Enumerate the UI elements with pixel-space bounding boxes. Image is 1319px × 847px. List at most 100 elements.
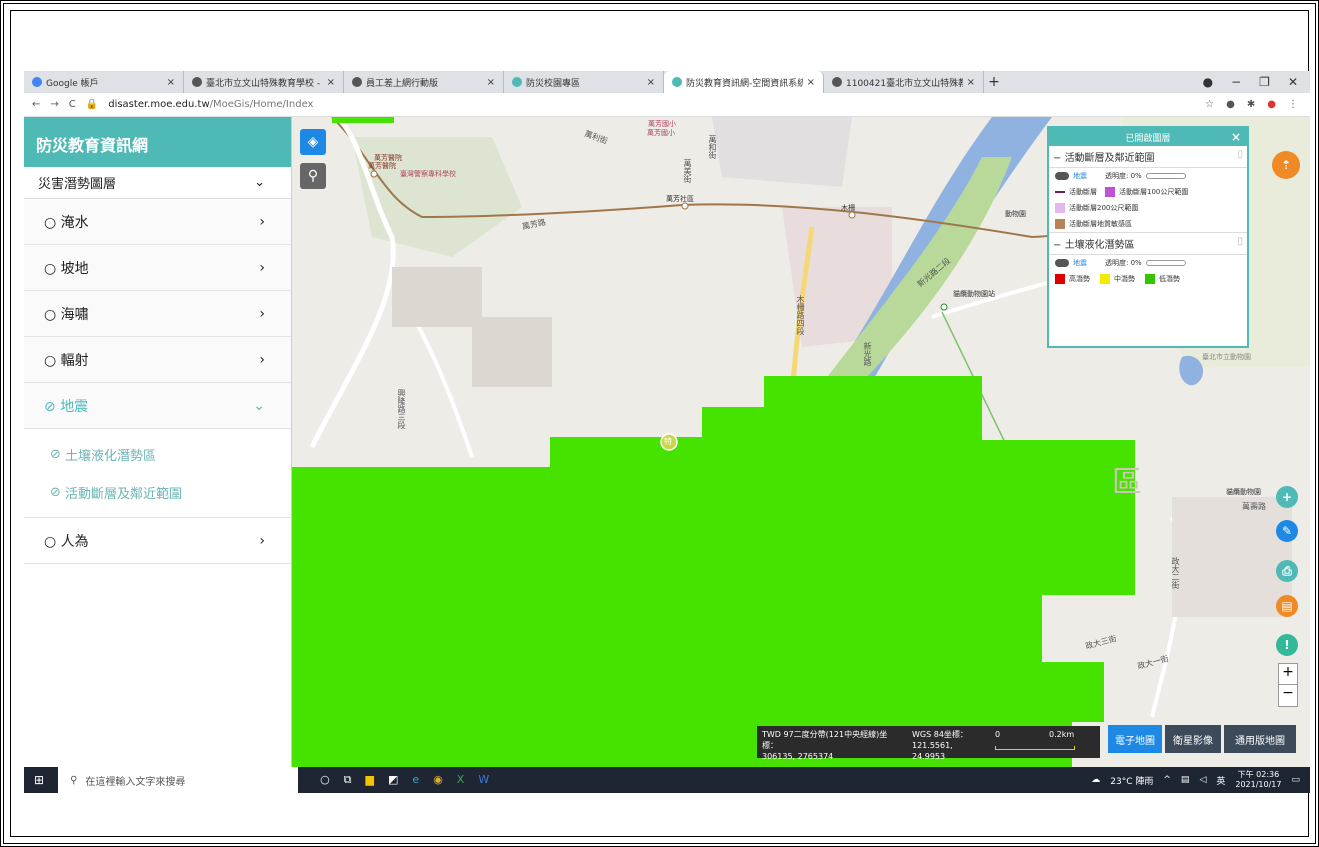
- add-button[interactable]: +: [1276, 486, 1298, 508]
- menu-icon[interactable]: ⋮: [1288, 99, 1298, 110]
- close-icon[interactable]: ×: [327, 77, 335, 88]
- visibility-toggle[interactable]: [1055, 259, 1069, 267]
- layer-group-fault[interactable]: − 活動斷層及鄰近範圍 ▯: [1049, 146, 1247, 168]
- globe-icon: [352, 77, 362, 87]
- basemap-general-button[interactable]: 通用版地圖: [1224, 725, 1296, 753]
- special-marker[interactable]: 特: [664, 436, 672, 447]
- browser-tab[interactable]: 員工差上網行動版 ×: [344, 71, 504, 93]
- forward-icon[interactable]: →: [50, 99, 58, 110]
- chevron-up-icon[interactable]: ^: [1163, 775, 1171, 785]
- sidebar-item-slope[interactable]: ○ 坡地 ›: [24, 245, 291, 291]
- volume-icon[interactable]: ◁: [1199, 775, 1206, 785]
- visibility-toggle[interactable]: [1055, 172, 1069, 180]
- chevron-right-icon: ›: [259, 532, 265, 549]
- sub-item-fault[interactable]: ⊘ 活動斷層及鄰近範圍: [24, 473, 291, 511]
- network-icon[interactable]: ▤: [1181, 775, 1190, 785]
- chevron-down-icon: ⌄: [254, 175, 265, 190]
- star-icon[interactable]: ☆: [1205, 99, 1214, 110]
- close-icon[interactable]: ×: [487, 77, 495, 88]
- avatar[interactable]: ●: [1267, 99, 1276, 110]
- section-header[interactable]: 災害潛勢圖層 ⌄: [24, 167, 291, 199]
- legend-swatch: [1055, 274, 1065, 284]
- browser-tab[interactable]: 防災校園專區 ×: [504, 71, 664, 93]
- sidebar-item-human[interactable]: ○ 人為 ›: [24, 518, 291, 564]
- close-icon[interactable]: ×: [167, 77, 175, 88]
- new-tab-button[interactable]: +: [984, 74, 1004, 90]
- explorer-icon[interactable]: ▆: [366, 773, 374, 787]
- reload-icon[interactable]: C: [69, 99, 76, 110]
- browser-tab[interactable]: 1100421臺北市立文山特殊教育學×: [824, 71, 984, 93]
- address-bar: ← → C 🔒 disaster.moe.edu.tw/MoeGis/Home/…: [24, 93, 1310, 117]
- layer-row: 地震 透明度: 0%: [1049, 255, 1247, 271]
- print-button[interactable]: ⎙: [1276, 560, 1298, 582]
- check-circle-icon: ⊘: [44, 398, 56, 415]
- trash-icon[interactable]: ▯: [1237, 149, 1243, 164]
- close-icon[interactable]: ×: [647, 77, 655, 88]
- opacity-slider[interactable]: [1145, 260, 1186, 266]
- layers-button[interactable]: ◈: [300, 129, 326, 155]
- minimize-icon[interactable]: −: [1231, 75, 1241, 89]
- basemap-electronic-button[interactable]: 電子地圖: [1108, 725, 1162, 753]
- url-field[interactable]: disaster.moe.edu.tw/MoeGis/Home/Index: [108, 99, 1195, 110]
- bookmark-button[interactable]: ▤: [1276, 595, 1298, 617]
- book-icon: ▤: [1281, 599, 1293, 613]
- chrome-icon[interactable]: ◉: [433, 773, 443, 787]
- map-label-station2: 木柵: [841, 204, 855, 212]
- compass-button[interactable]: ⇡: [1272, 151, 1300, 179]
- legend-row: 活動斷層 活動斷層100公尺範圍: [1049, 184, 1247, 200]
- browser-tab-active[interactable]: 防災教育資訊網-空間資訊系統 ×: [664, 71, 824, 93]
- maximize-icon[interactable]: ❐: [1259, 75, 1270, 89]
- map-label-school2: 萬芳國小: [647, 129, 675, 137]
- store-icon[interactable]: ◩: [388, 773, 398, 787]
- location-icon: ⚲: [307, 168, 319, 184]
- excel-icon[interactable]: X: [457, 773, 465, 787]
- cortana-icon[interactable]: ○: [320, 773, 330, 787]
- close-icon[interactable]: ×: [967, 77, 975, 88]
- chevron-right-icon: ›: [259, 259, 265, 276]
- zoom-control: + −: [1278, 663, 1298, 707]
- opacity-slider[interactable]: [1145, 173, 1186, 179]
- trash-icon[interactable]: ▯: [1237, 236, 1243, 251]
- info-button[interactable]: !: [1276, 634, 1298, 656]
- profile-icon[interactable]: ●: [1203, 75, 1213, 89]
- map-label-road6: 政大二街: [1171, 557, 1180, 589]
- basemap-satellite-button[interactable]: 衛星影像: [1165, 725, 1221, 753]
- check-circle-icon: ⊘: [50, 446, 61, 462]
- sub-item-liquefaction[interactable]: ⊘ 土壤液化潛勢區: [24, 435, 291, 473]
- map-label-school: 臺灣警察專科學校: [400, 170, 456, 178]
- window-close-icon[interactable]: ✕: [1288, 75, 1298, 89]
- puzzle-icon[interactable]: ✱: [1247, 99, 1255, 110]
- map-canvas[interactable]: 萬芳醫院 臺灣警察專科學校 萬芳國小 萬芳社區 木柵 動物園 貓纜動物園站 臺北…: [292, 117, 1310, 767]
- windows-start-icon[interactable]: ⊞: [34, 773, 44, 787]
- close-icon[interactable]: ×: [1231, 130, 1241, 144]
- back-icon[interactable]: ←: [32, 99, 40, 110]
- clock[interactable]: 下午 02:36 2021/10/17: [1235, 770, 1281, 790]
- sidebar-item-radiation[interactable]: ○ 輻射 ›: [24, 337, 291, 383]
- chevron-right-icon: ›: [259, 305, 265, 322]
- chevron-right-icon: ›: [259, 351, 265, 368]
- notification-icon[interactable]: ▭: [1291, 775, 1300, 785]
- taskbar-search[interactable]: ⚲ 在這裡輸入文字來搜尋: [58, 767, 299, 793]
- legend-row: 活動斷層200公尺範圍: [1049, 200, 1247, 216]
- print-icon: ⎙: [1282, 563, 1292, 578]
- scale-bar: 0 0.2km: [987, 726, 1100, 758]
- sidebar-item-tsunami[interactable]: ○ 海嘯 ›: [24, 291, 291, 337]
- browser-tab[interactable]: 臺北市立文山特殊教育學校 - 首頁×: [184, 71, 344, 93]
- edge-icon[interactable]: e: [412, 773, 419, 787]
- site-icon: [512, 77, 522, 87]
- word-icon[interactable]: W: [478, 773, 489, 787]
- zoom-in-button[interactable]: +: [1279, 664, 1297, 685]
- layer-group-liquefaction[interactable]: − 土壤液化潛勢區 ▯: [1049, 232, 1247, 255]
- browser-tab[interactable]: Google 帳戶 ×: [24, 71, 184, 93]
- draw-button[interactable]: ✎: [1276, 520, 1298, 542]
- map-label-station1: 萬芳社區: [666, 195, 694, 203]
- sidebar-item-flood[interactable]: ○ 淹水 ›: [24, 199, 291, 245]
- google-icon: [32, 77, 42, 87]
- zoom-out-button[interactable]: −: [1279, 685, 1297, 701]
- locate-button[interactable]: ⚲: [300, 163, 326, 189]
- close-icon[interactable]: ×: [807, 77, 815, 88]
- site-icon: [672, 77, 682, 87]
- sidebar-item-earthquake[interactable]: ⊘ 地震 ⌄: [24, 383, 291, 429]
- extension-icon[interactable]: ●: [1226, 99, 1235, 110]
- task-view-icon[interactable]: ⧉: [344, 773, 352, 787]
